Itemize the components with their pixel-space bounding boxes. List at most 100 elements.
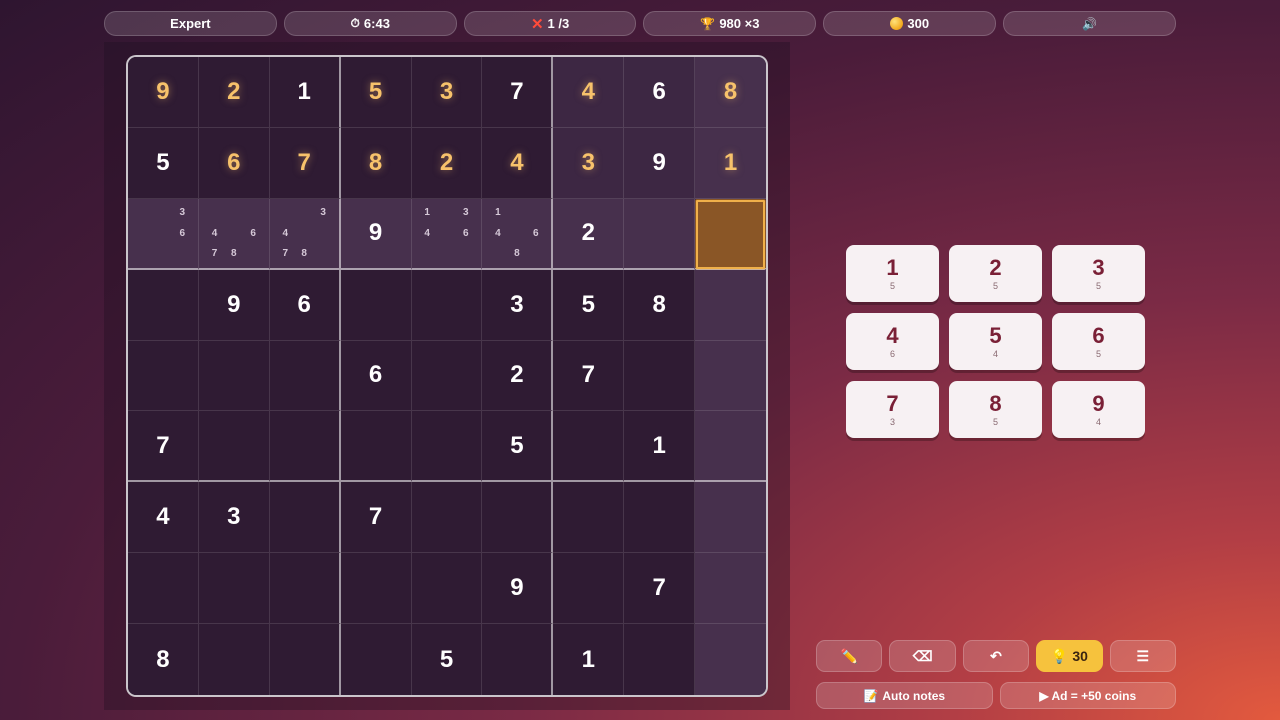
- grid-cell-r1-c2[interactable]: 2: [198, 57, 270, 128]
- grid-cell-r8-c7[interactable]: [553, 553, 625, 625]
- number-key-7[interactable]: 73: [846, 381, 939, 438]
- coins-pill[interactable]: 300: [823, 11, 997, 36]
- grid-cell-r2-c6[interactable]: 4: [482, 127, 554, 199]
- grid-cell-r4-c7[interactable]: 5: [553, 269, 625, 341]
- grid-cell-r4-c1[interactable]: [128, 269, 199, 341]
- grid-cell-r6-c9[interactable]: [695, 411, 766, 483]
- grid-cell-r5-c3[interactable]: [269, 340, 341, 412]
- number-key-4[interactable]: 46: [846, 313, 939, 370]
- menu-button[interactable]: ☰: [1109, 640, 1177, 672]
- grid-cell-r9-c7[interactable]: 1: [553, 624, 625, 695]
- grid-cell-r5-c5[interactable]: [411, 340, 483, 412]
- grid-cell-r4-c2[interactable]: 9: [198, 269, 270, 341]
- grid-cell-r4-c8[interactable]: 8: [624, 269, 696, 341]
- grid-cell-r1-c9[interactable]: 8: [695, 57, 766, 128]
- grid-cell-r9-c9[interactable]: [695, 624, 766, 695]
- grid-cell-r7-c7[interactable]: [553, 482, 625, 554]
- hint-button[interactable]: 💡 30: [1036, 640, 1103, 672]
- grid-cell-r3-c7[interactable]: 2: [553, 198, 625, 270]
- grid-cell-r7-c4[interactable]: 7: [340, 482, 412, 554]
- grid-cell-r1-c1[interactable]: 9: [128, 57, 199, 128]
- undo-button[interactable]: ↶: [962, 640, 1030, 672]
- grid-cell-r8-c8[interactable]: 7: [624, 553, 696, 625]
- number-key-8[interactable]: 85: [949, 381, 1042, 438]
- number-key-9[interactable]: 94: [1052, 381, 1145, 438]
- number-key-6[interactable]: 65: [1052, 313, 1145, 370]
- grid-cell-r6-c5[interactable]: [411, 411, 483, 483]
- grid-cell-r7-c1[interactable]: 4: [128, 482, 199, 554]
- grid-cell-r3-c5[interactable]: 1 3 4 6: [411, 198, 483, 270]
- grid-cell-r2-c1[interactable]: 5: [128, 127, 199, 199]
- grid-cell-r5-c4[interactable]: 6: [340, 340, 412, 412]
- grid-cell-r6-c1[interactable]: 7: [128, 411, 199, 483]
- pencil-button[interactable]: ✏️: [816, 640, 883, 672]
- grid-cell-r2-c4[interactable]: 8: [340, 127, 412, 199]
- grid-cell-r1-c5[interactable]: 3: [411, 57, 483, 128]
- grid-cell-r7-c2[interactable]: 3: [198, 482, 270, 554]
- grid-cell-r8-c6[interactable]: 9: [482, 553, 554, 625]
- grid-cell-r6-c6[interactable]: 5: [482, 411, 554, 483]
- grid-cell-r5-c1[interactable]: [128, 340, 199, 412]
- number-key-3[interactable]: 35: [1052, 245, 1145, 302]
- grid-cell-r8-c5[interactable]: [411, 553, 483, 625]
- grid-cell-r1-c3[interactable]: 1: [269, 57, 341, 128]
- sound-button[interactable]: 🔊: [1003, 11, 1176, 36]
- grid-cell-r4-c5[interactable]: [411, 269, 483, 341]
- grid-cell-r9-c4[interactable]: [340, 624, 412, 695]
- number-key-5[interactable]: 54: [949, 313, 1042, 370]
- grid-cell-r1-c4[interactable]: 5: [340, 57, 412, 128]
- grid-cell-r7-c8[interactable]: [624, 482, 696, 554]
- grid-cell-r7-c9[interactable]: [695, 482, 766, 554]
- erase-button[interactable]: ⌫: [889, 640, 956, 672]
- grid-cell-r5-c6[interactable]: 2: [482, 340, 554, 412]
- grid-cell-r7-c3[interactable]: [269, 482, 341, 554]
- grid-cell-r2-c7[interactable]: 3: [553, 127, 625, 199]
- grid-cell-r3-c6[interactable]: 1 4 6 8: [482, 198, 554, 270]
- grid-cell-r9-c6[interactable]: [482, 624, 554, 695]
- grid-cell-r1-c6[interactable]: 7: [482, 57, 554, 128]
- grid-cell-r3-c3[interactable]: 3 4 7 8: [269, 198, 341, 270]
- grid-cell-r8-c4[interactable]: [340, 553, 412, 625]
- grid-cell-r8-c2[interactable]: [198, 553, 270, 625]
- grid-cell-r5-c9[interactable]: [695, 340, 766, 412]
- grid-cell-r4-c3[interactable]: 6: [269, 269, 341, 341]
- grid-cell-r1-c7[interactable]: 4: [553, 57, 625, 128]
- grid-cell-r8-c1[interactable]: [128, 553, 199, 625]
- grid-cell-r9-c3[interactable]: [269, 624, 341, 695]
- grid-cell-r2-c9[interactable]: 1: [695, 127, 766, 199]
- grid-cell-r5-c7[interactable]: 7: [553, 340, 625, 412]
- grid-cell-r4-c4[interactable]: [340, 269, 412, 341]
- grid-cell-r3-c9[interactable]: [695, 198, 766, 270]
- grid-cell-r5-c2[interactable]: [198, 340, 270, 412]
- grid-cell-r9-c2[interactable]: [198, 624, 270, 695]
- number-key-1[interactable]: 15: [846, 245, 939, 302]
- grid-cell-r3-c8[interactable]: [624, 198, 696, 270]
- grid-cell-r8-c3[interactable]: [269, 553, 341, 625]
- grid-cell-r9-c8[interactable]: [624, 624, 696, 695]
- grid-cell-r6-c2[interactable]: [198, 411, 270, 483]
- grid-cell-r2-c2[interactable]: 6: [198, 127, 270, 199]
- grid-cell-r5-c8[interactable]: [624, 340, 696, 412]
- grid-cell-r3-c1[interactable]: 36: [128, 198, 199, 270]
- grid-cell-r1-c8[interactable]: 6: [624, 57, 696, 128]
- grid-cell-r4-c9[interactable]: [695, 269, 766, 341]
- grid-cell-r6-c7[interactable]: [553, 411, 625, 483]
- number-key-2[interactable]: 25: [949, 245, 1042, 302]
- grid-cell-r3-c2[interactable]: 4 6 7 8: [198, 198, 270, 270]
- grid-cell-r6-c3[interactable]: [269, 411, 341, 483]
- grid-cell-r9-c1[interactable]: 8: [128, 624, 199, 695]
- grid-cell-r7-c6[interactable]: [482, 482, 554, 554]
- grid-cell-r3-c4[interactable]: 9: [340, 198, 412, 270]
- grid-cell-r2-c5[interactable]: 2: [411, 127, 483, 199]
- difficulty-pill[interactable]: Expert: [104, 11, 277, 36]
- grid-cell-r4-c6[interactable]: 3: [482, 269, 554, 341]
- auto-notes-button[interactable]: 📝 Auto notes: [816, 682, 993, 709]
- grid-cell-r8-c9[interactable]: [695, 553, 766, 625]
- grid-cell-r7-c5[interactable]: [411, 482, 483, 554]
- grid-cell-r9-c5[interactable]: 5: [411, 624, 483, 695]
- grid-cell-r2-c3[interactable]: 7: [269, 127, 341, 199]
- grid-cell-r2-c8[interactable]: 9: [624, 127, 696, 199]
- grid-cell-r6-c4[interactable]: [340, 411, 412, 483]
- watch-ad-button[interactable]: ▶ Ad = +50 coins: [999, 682, 1176, 709]
- grid-cell-r6-c8[interactable]: 1: [624, 411, 696, 483]
